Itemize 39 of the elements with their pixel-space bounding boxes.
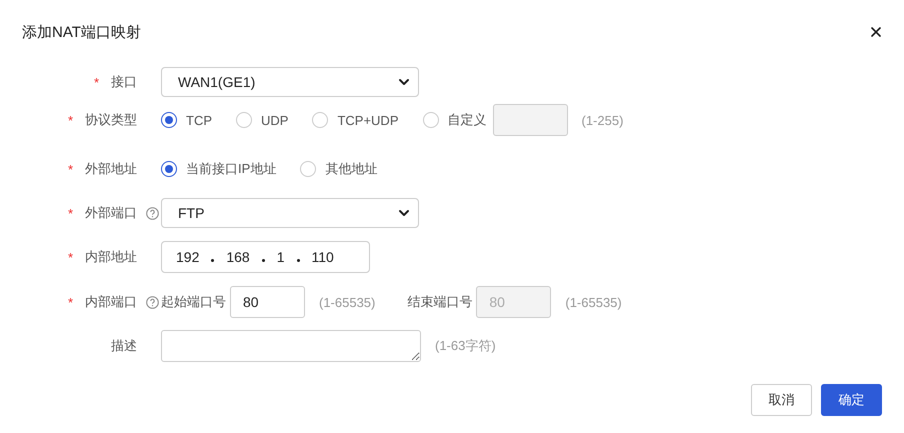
field-label: 外部端口 [85, 204, 137, 222]
required-asterisk: * [68, 162, 73, 176]
separator-dot-icon [211, 258, 214, 262]
range-hint: (1-255) [582, 112, 624, 128]
field-label: 内部地址 [85, 248, 137, 266]
close-icon[interactable] [868, 24, 884, 40]
description-field[interactable] [161, 330, 421, 362]
dropdown-select[interactable]: WAN1(GE1) [161, 67, 419, 97]
required-asterisk: * [68, 294, 73, 310]
field-label: 接口 [111, 73, 137, 91]
range-hint: (1-65535) [565, 294, 622, 310]
port-label: 结束端口号 [407, 293, 472, 311]
field-label: 协议类型 [85, 111, 137, 129]
help-icon[interactable] [146, 296, 158, 308]
dialog-title: 添加NAT端口映射 [22, 22, 141, 42]
radio-option[interactable]: TCP+UDP [312, 112, 398, 128]
separator-dot-icon [262, 258, 265, 262]
radio-option[interactable]: UDP [236, 112, 288, 128]
cancel-button[interactable]: 取消 [751, 384, 812, 416]
field-label: 外部地址 [85, 160, 137, 178]
required-asterisk: * [68, 206, 73, 220]
radio-option[interactable]: 其他地址 [300, 160, 378, 178]
dropdown-select[interactable]: FTP [161, 198, 419, 228]
confirm-button[interactable]: 确定 [821, 384, 882, 416]
length-hint: (1-63字符) [435, 337, 496, 355]
radio-option[interactable]: TCP [161, 112, 212, 128]
required-asterisk: * [68, 112, 73, 128]
radio-option[interactable]: 当前接口IP地址 [161, 160, 276, 178]
port-label: 起始端口号 [161, 293, 226, 311]
range-hint: (1-65535) [319, 294, 376, 310]
field-label: 描述 [111, 337, 137, 355]
required-asterisk: * [68, 250, 73, 264]
field-label: 内部端口 [85, 293, 137, 311]
port-input[interactable]: 80 [230, 286, 305, 318]
ip-address-field[interactable]: 192 168 1 110 [161, 241, 370, 273]
radio-option[interactable]: 自定义 [422, 111, 486, 129]
help-icon[interactable] [146, 206, 158, 220]
required-asterisk: * [94, 74, 99, 90]
separator-dot-icon [296, 258, 300, 262]
